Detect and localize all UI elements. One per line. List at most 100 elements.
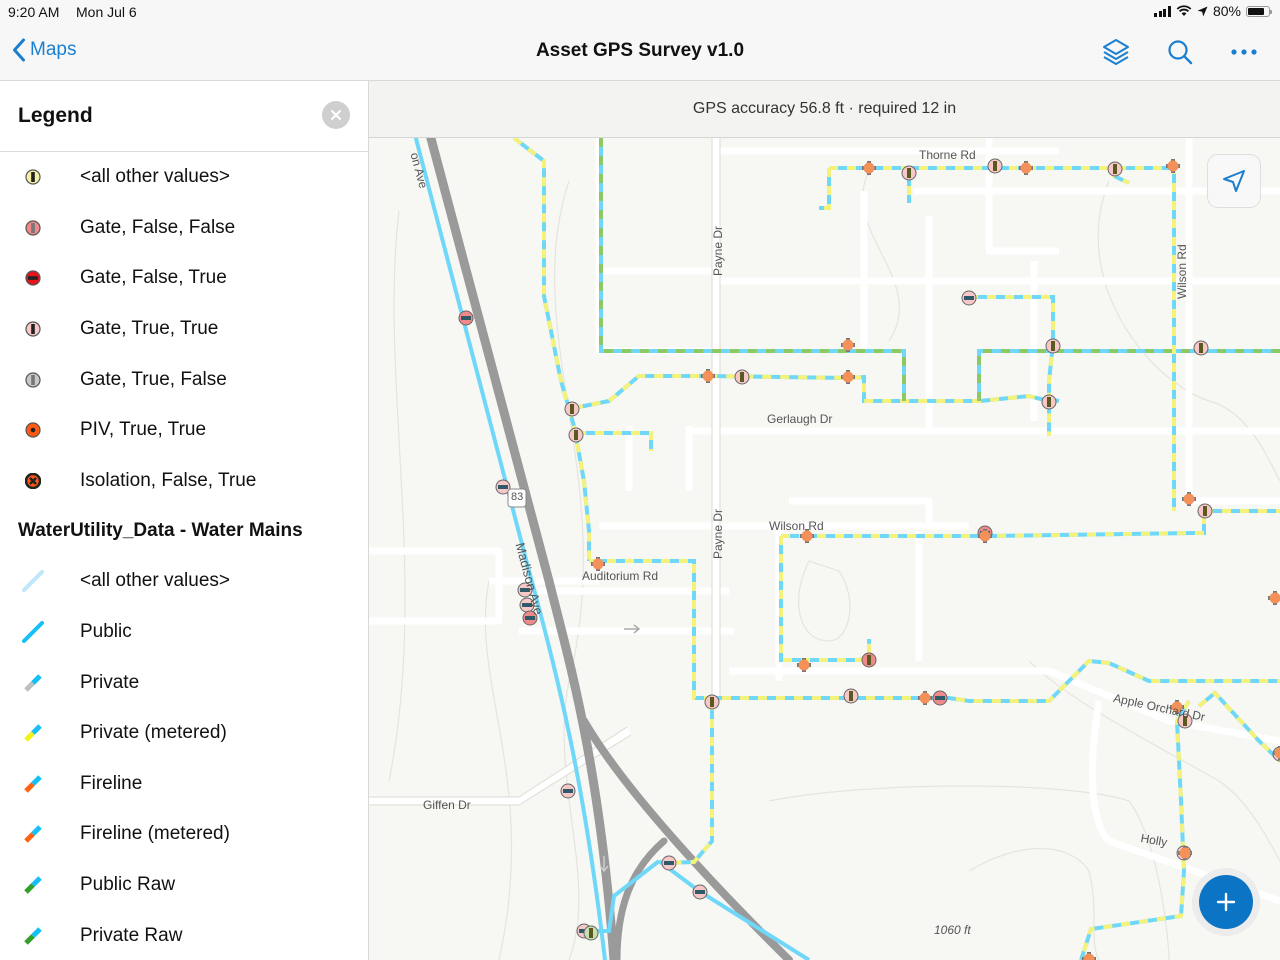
valve-marker[interactable] [734, 369, 750, 385]
location-arrow-icon [1197, 6, 1208, 16]
street-label-thorne: Thorne Rd [919, 148, 976, 162]
street-label-wilson: Wilson Rd [769, 519, 824, 533]
legend-item-main: Fireline [0, 759, 368, 810]
valve-symbol-icon [0, 169, 80, 185]
battery-icon [1246, 5, 1272, 17]
street-label-giffen: Giffen Dr [423, 798, 471, 812]
main-line-symbol-icon [0, 620, 80, 644]
legend-header: Legend [0, 81, 368, 152]
legend-section-title: WaterUtility_Data - Water Mains [18, 520, 303, 542]
legend-item-label: Fireline (metered) [80, 823, 230, 845]
more-icon [1231, 49, 1257, 55]
valve-markers [458, 158, 1280, 941]
chevron-left-icon [13, 38, 25, 62]
back-label: Maps [30, 39, 77, 60]
valve-marker[interactable] [564, 401, 580, 417]
legend-item-label: PIV, True, True [80, 419, 207, 441]
legend-item-valve: Gate, False, False [0, 203, 368, 254]
legend-item-label: Private (metered) [80, 722, 227, 744]
back-button[interactable]: Maps [12, 38, 76, 62]
legend-item-valve: <all other values> [0, 152, 368, 203]
close-legend-button[interactable] [322, 101, 350, 129]
map-view[interactable]: GPS accuracy 56.8 ft · required 12 in on… [369, 81, 1280, 960]
valve-marker[interactable] [1197, 503, 1213, 519]
legend-item-valve: PIV, True, True [0, 405, 368, 456]
status-right: 80% [1154, 3, 1272, 19]
valve-marker[interactable] [961, 290, 977, 306]
legend-item-label: Public [80, 621, 132, 643]
valve-marker[interactable] [1107, 161, 1123, 177]
legend-title: Legend [18, 104, 93, 127]
map-canvas[interactable] [369, 81, 1280, 960]
street-label-wilson-vertical: Wilson Rd [1175, 244, 1189, 299]
plus-icon [1216, 892, 1236, 912]
valve-marker[interactable] [1193, 340, 1209, 356]
valve-marker[interactable] [458, 310, 474, 326]
layers-button[interactable] [1100, 36, 1132, 68]
valve-marker[interactable] [661, 855, 677, 871]
elevation-label: 1060 ft [934, 923, 971, 937]
status-bar: 9:20 AM Mon Jul 6 80% [0, 0, 1280, 24]
legend-item-main: <all other values> [0, 556, 368, 607]
valve-legend-list: <all other values> Gate, False, False Gate… [0, 152, 368, 506]
valve-marker[interactable] [987, 158, 1003, 174]
valve-symbol-icon [0, 472, 80, 489]
legend-item-valve: Gate, False, True [0, 253, 368, 304]
water-main-line [907, 168, 1130, 203]
valve-marker[interactable] [932, 690, 948, 706]
locate-button[interactable] [1207, 154, 1261, 208]
search-button[interactable] [1164, 36, 1196, 68]
add-feature-button[interactable] [1199, 875, 1253, 929]
legend-item-label: Public Raw [80, 874, 176, 896]
hydrant-marker[interactable] [918, 691, 932, 705]
main-line-symbol-icon [0, 873, 80, 897]
valve-marker[interactable] [560, 783, 576, 799]
street-label-auditorium: Auditorium Rd [582, 569, 659, 583]
legend-item-label: Private Raw [80, 924, 183, 946]
search-icon [1168, 40, 1193, 65]
legend-item-label: Fireline [80, 772, 143, 794]
valve-symbol-icon [0, 321, 80, 337]
legend-item-main: Fireline (metered) [0, 809, 368, 860]
street-label-payne-top: Payne Dr [711, 225, 725, 276]
hydrant-marker[interactable] [841, 370, 855, 384]
valve-marker[interactable] [704, 694, 720, 710]
legend-item-label: Isolation, False, True [80, 469, 257, 491]
hydrant-marker[interactable] [1019, 161, 1033, 175]
more-button[interactable] [1228, 36, 1260, 68]
water-main-line [577, 431, 653, 451]
main-line-symbol-icon [0, 569, 80, 593]
valve-marker[interactable] [692, 884, 708, 900]
valve-marker[interactable] [861, 652, 877, 668]
streets [369, 138, 1280, 905]
valve-marker[interactable] [843, 688, 859, 704]
hydrant-marker[interactable] [1268, 591, 1280, 605]
legend-item-main: Private Raw [0, 910, 368, 960]
layers-icon [1103, 39, 1129, 65]
legend-item-main: Private (metered) [0, 708, 368, 759]
valve-marker[interactable] [1045, 338, 1061, 354]
main-line-symbol-icon [0, 671, 80, 695]
street-label-payne-bottom: Payne Dr [711, 508, 725, 559]
water-main-line [779, 536, 871, 662]
water-main-dash [977, 349, 1280, 401]
main-line-symbol-icon [0, 822, 80, 846]
navigation-bar: Maps Asset GPS Survey v1.0 [0, 24, 1280, 81]
close-icon [330, 109, 342, 121]
main-line-symbol-icon [0, 772, 80, 796]
valve-marker[interactable] [568, 427, 584, 443]
valve-marker[interactable] [1041, 394, 1057, 410]
valve-symbol-icon [0, 220, 80, 236]
valve-marker[interactable] [901, 165, 917, 181]
water-main-line [977, 349, 1280, 401]
legend-item-main: Public [0, 607, 368, 658]
add-feature-button-container [1192, 868, 1260, 936]
hydrant-marker[interactable] [1166, 159, 1180, 173]
route-shield-label: 83 [511, 491, 524, 503]
hydrant-marker[interactable] [862, 161, 876, 175]
navigation-arrow-icon [1223, 170, 1245, 192]
legend-item-main: Public Raw [0, 860, 368, 911]
cellular-signal-icon [1154, 5, 1171, 17]
valve-marker[interactable] [583, 925, 599, 941]
page-title: Asset GPS Survey v1.0 [535, 40, 745, 61]
